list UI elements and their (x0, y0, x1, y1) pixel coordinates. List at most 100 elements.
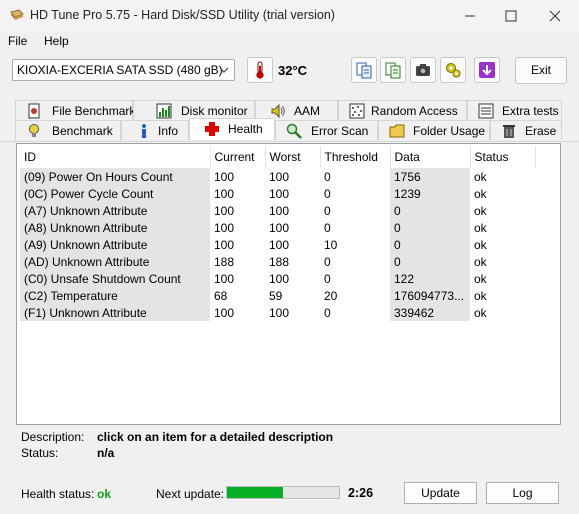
tab-label: Extra tests (502, 104, 559, 118)
cell-threshold: 0 (324, 203, 331, 218)
copy-all-button[interactable] (380, 57, 406, 83)
tab-benchmark[interactable]: Benchmark (15, 120, 121, 140)
status-label: Status: (21, 446, 59, 460)
table-row[interactable]: (0C) Power Cycle Count 100 100 0 1239 ok (20, 185, 535, 202)
progress-fill (227, 487, 283, 498)
cell-threshold: 10 (324, 237, 338, 252)
magnifier-icon (286, 123, 302, 139)
table-row[interactable]: (C2) Temperature 68 59 20 176094773... ok (20, 287, 535, 304)
temperature-value: 32°C (278, 63, 308, 78)
cell-id: (A8) Unknown Attribute (20, 219, 210, 236)
column-header-threshold[interactable]: Threshold (320, 146, 391, 168)
tab-error-scan[interactable]: Error Scan (275, 120, 378, 140)
health-status-value: ok (97, 487, 112, 501)
column-header-id[interactable]: ID (20, 146, 211, 168)
menu-help[interactable]: Help (44, 34, 69, 48)
table-row[interactable]: (A9) Unknown Attribute 100 100 10 0 ok (20, 236, 535, 253)
cell-current: 100 (214, 169, 235, 184)
menu-bar: File Help (0, 32, 579, 52)
exit-button[interactable]: Exit (515, 57, 567, 84)
cell-status: ok (474, 288, 487, 303)
tab-label: Disk monitor (181, 104, 248, 118)
tab-disk-monitor[interactable]: Disk monitor (133, 100, 255, 120)
download-button[interactable] (474, 57, 500, 83)
drive-select[interactable]: KIOXIA-EXCERIA SATA SSD (480 gB) (12, 59, 235, 81)
minimize-icon[interactable] (455, 5, 485, 27)
disk-monitor-icon (156, 103, 172, 119)
cell-status: ok (474, 203, 487, 218)
log-button[interactable]: Log (486, 482, 559, 504)
extra-tests-icon (478, 103, 494, 119)
tab-label: Error Scan (311, 124, 369, 138)
cell-id: (AD) Unknown Attribute (20, 253, 210, 270)
table-row[interactable]: (C0) Unsafe Shutdown Count 100 100 0 122 ok (20, 270, 535, 287)
description-value: click on an item for a detailed descript… (97, 430, 334, 444)
cell-threshold: 0 (324, 271, 331, 286)
cell-id: (A9) Unknown Attribute (20, 236, 210, 253)
cell-threshold: 0 (324, 169, 331, 184)
drive-select-value: KIOXIA-EXCERIA SATA SSD (480 gB) (17, 63, 223, 77)
tab-erase[interactable]: Erase (490, 120, 562, 140)
column-header-worst[interactable]: Worst (265, 146, 321, 168)
options-button[interactable] (440, 57, 466, 83)
table-row[interactable]: (AD) Unknown Attribute 188 188 0 0 ok (20, 253, 535, 270)
tab-label: Benchmark (52, 124, 113, 138)
cell-status: ok (474, 237, 487, 252)
tab-label: Erase (525, 124, 557, 138)
table-row[interactable]: (A7) Unknown Attribute 100 100 0 0 ok (20, 202, 535, 219)
download-icon (479, 62, 495, 78)
tab-aam[interactable]: AAM (255, 100, 338, 120)
tab-folder-usage[interactable]: Folder Usage (378, 120, 490, 140)
cell-worst: 100 (269, 203, 290, 218)
cell-worst: 100 (269, 237, 290, 252)
update-button[interactable]: Update (404, 482, 477, 504)
cell-data: 122 (390, 270, 470, 287)
cell-status: ok (474, 271, 487, 286)
smart-attributes-list[interactable]: ID Current Worst Threshold Data Status (… (16, 143, 561, 425)
thermometer-button[interactable] (247, 57, 273, 83)
file-benchmark-icon (28, 103, 40, 119)
cell-data: 0 (390, 253, 470, 270)
window-title: HD Tune Pro 5.75 - Hard Disk/SSD Utility… (30, 8, 335, 22)
next-update-label: Next update: (156, 487, 225, 501)
cell-current: 100 (214, 305, 235, 320)
cell-threshold: 0 (324, 254, 331, 269)
screenshot-button[interactable] (410, 57, 436, 83)
cell-current: 188 (214, 254, 235, 269)
maximize-icon[interactable] (496, 5, 526, 27)
table-row[interactable]: (A8) Unknown Attribute 100 100 0 0 ok (20, 219, 535, 236)
table-row[interactable]: (09) Power On Hours Count 100 100 0 1756 ok (20, 168, 535, 185)
status-value: n/a (97, 446, 115, 460)
cell-worst: 188 (269, 254, 290, 269)
tab-health[interactable]: Health (189, 118, 275, 140)
column-header-status[interactable]: Status (470, 146, 536, 168)
cell-status: ok (474, 186, 487, 201)
trash-icon (503, 125, 515, 138)
cell-current: 100 (214, 203, 235, 218)
cell-current: 68 (214, 288, 228, 303)
cell-worst: 100 (269, 271, 290, 286)
speaker-icon (271, 103, 285, 119)
copy-info-button[interactable] (351, 57, 377, 83)
column-header-current[interactable]: Current (210, 146, 266, 168)
tab-random-access[interactable]: Random Access (338, 100, 467, 120)
thermometer-icon (256, 61, 264, 79)
close-icon[interactable] (540, 5, 570, 27)
next-update-progress (226, 486, 340, 499)
cell-data: 339462 (390, 304, 470, 321)
cell-id: (F1) Unknown Attribute (20, 304, 210, 321)
tab-extra-tests[interactable]: Extra tests (467, 100, 562, 120)
cell-threshold: 0 (324, 305, 331, 320)
column-header-data[interactable]: Data (390, 146, 471, 168)
options-gears-icon (446, 63, 461, 78)
table-row[interactable]: (F1) Unknown Attribute 100 100 0 339462 ok (20, 304, 535, 321)
benchmark-bulb-icon (29, 124, 39, 137)
tab-label: Random Access (371, 104, 458, 118)
tab-info[interactable]: Info (121, 120, 189, 140)
tab-label: Info (158, 124, 179, 138)
cell-current: 100 (214, 220, 235, 235)
cell-data: 0 (390, 202, 470, 219)
cell-data: 0 (390, 219, 470, 236)
menu-file[interactable]: File (8, 34, 27, 48)
tab-file-benchmark[interactable]: File Benchmark (15, 100, 135, 120)
